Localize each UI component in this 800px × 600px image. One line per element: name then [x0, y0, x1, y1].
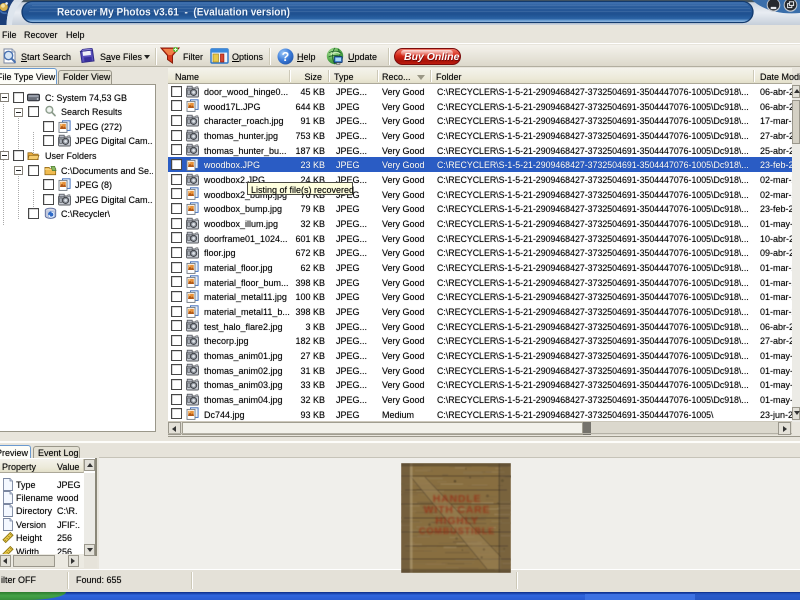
- svg-text:COMBUSTIBLE: COMBUSTIBLE: [419, 526, 495, 536]
- svg-text:?: ?: [282, 50, 290, 64]
- svg-text:Recover My Photos v3.61 - (E: Recover My Photos v3.61 - (Evaluation ve…: [57, 7, 290, 19]
